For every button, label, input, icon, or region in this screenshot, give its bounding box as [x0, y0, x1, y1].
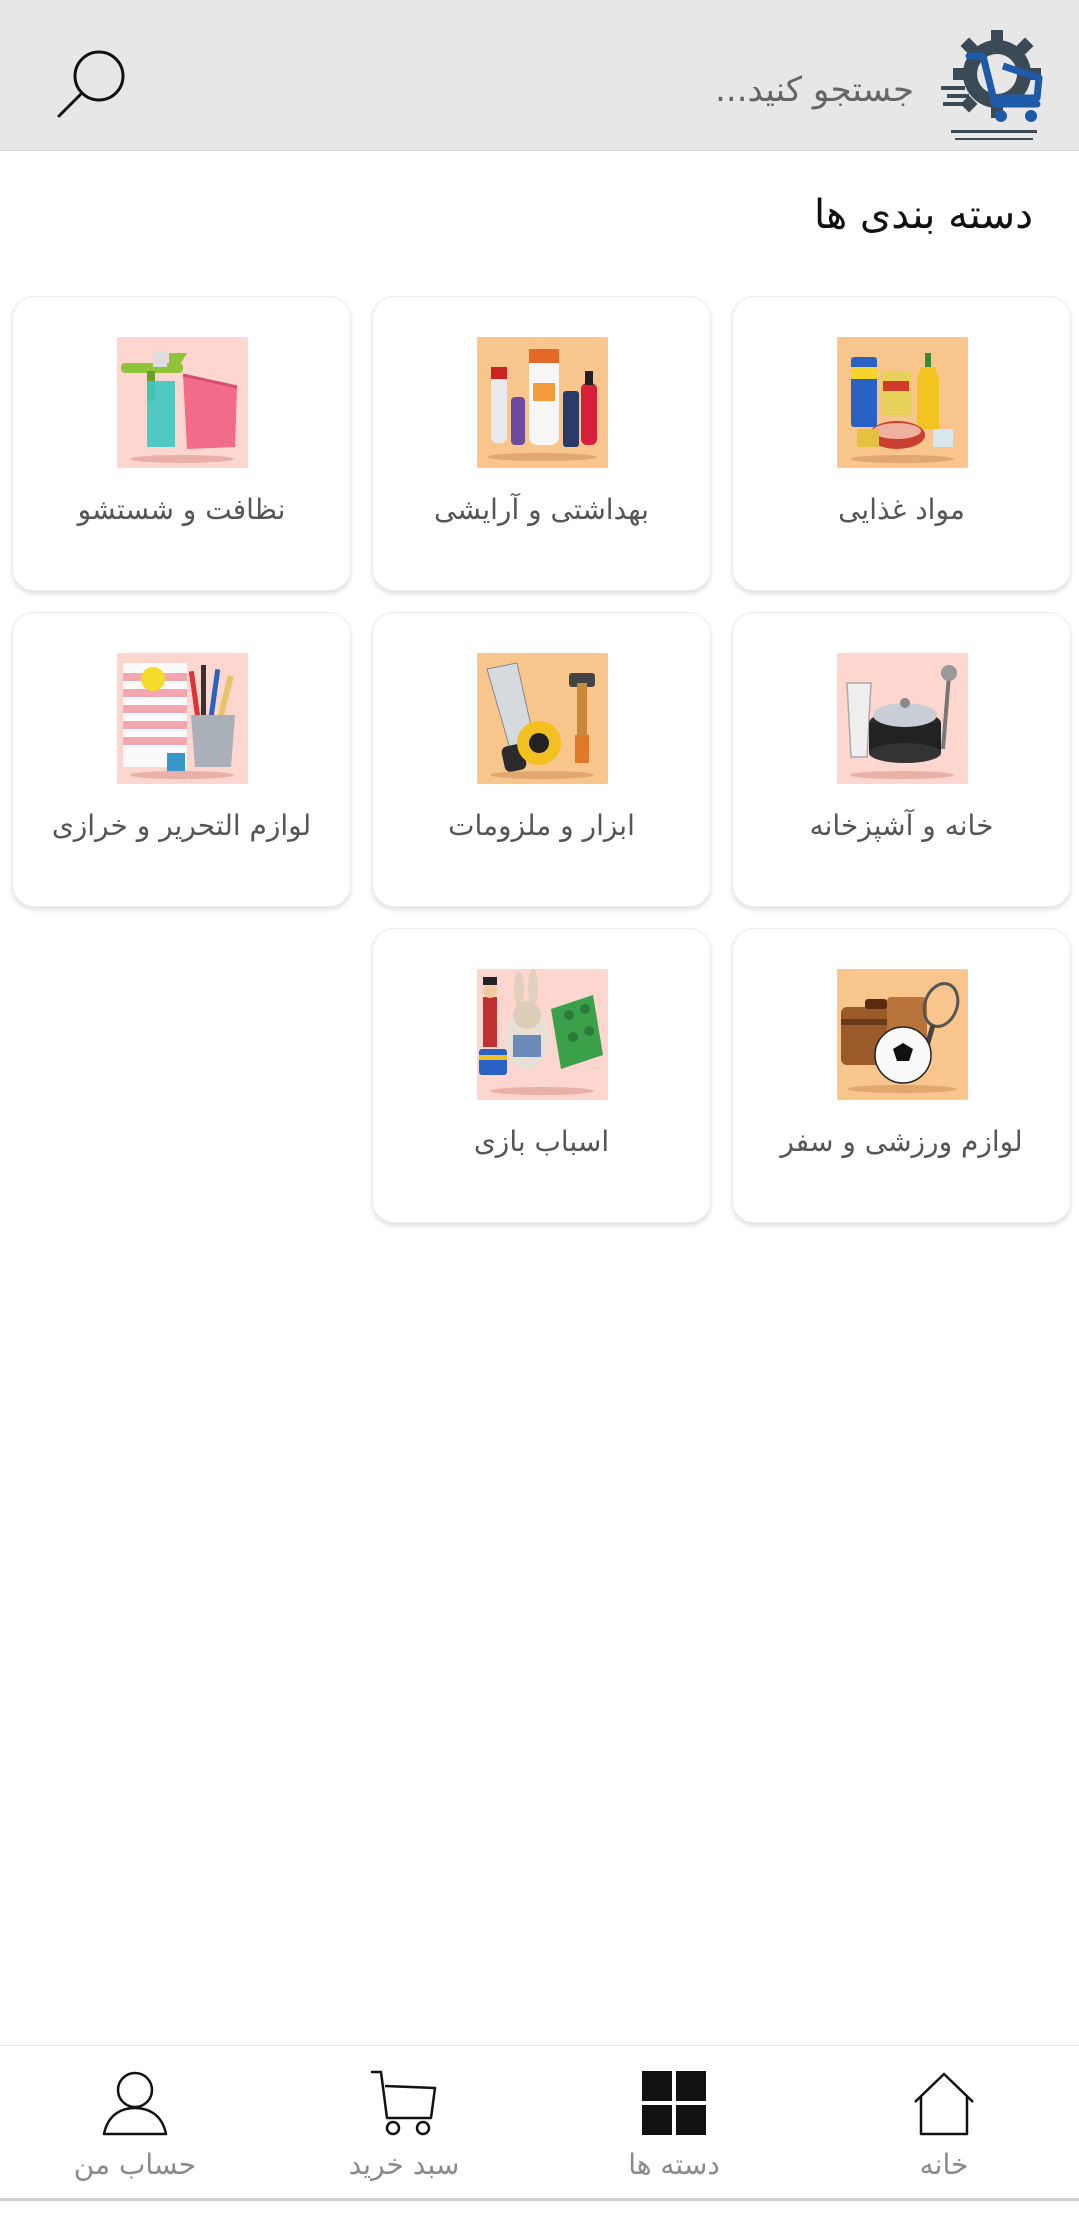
top-app-bar [0, 0, 1079, 151]
category-card-kitchen[interactable]: خانه و آشپزخانه [732, 612, 1071, 907]
nav-label-categories: دسته ها [628, 2148, 720, 2181]
category-grid: مواد غذایی بهداشتی و آرایشی نظافت و شستش… [9, 296, 1071, 1223]
nav-item-categories[interactable]: دسته ها [539, 2046, 809, 2196]
page-title: دسته بندی ها [813, 192, 1033, 238]
stationery-image [116, 653, 248, 784]
category-card-sports-travel[interactable]: لوازم ورزشی و سفر [732, 928, 1071, 1223]
groceries-image [836, 337, 968, 468]
category-card-toys[interactable]: اسباب بازی [372, 928, 711, 1223]
kitchen-image [836, 653, 968, 784]
cleaning-image [116, 337, 248, 468]
category-card-stationery[interactable]: لوازم التحریر و خرازی [12, 612, 351, 907]
category-card-cleaning[interactable]: نظافت و شستشو [12, 296, 351, 591]
category-label: خانه و آشپزخانه [809, 809, 994, 842]
cosmetics-image [476, 337, 608, 468]
tools-image [476, 653, 608, 784]
cart-icon [369, 2068, 439, 2138]
grid-icon [639, 2068, 709, 2138]
nav-label-home: خانه [919, 2148, 969, 2181]
search-input[interactable] [274, 50, 914, 130]
category-label: نظافت و شستشو [77, 493, 286, 526]
bottom-navigation: خانه دسته ها سبد خرید حساب من [0, 2045, 1079, 2213]
category-card-cosmetics[interactable]: بهداشتی و آرایشی [372, 296, 711, 591]
bottom-divider [0, 2198, 1079, 2201]
nav-item-account[interactable]: حساب من [0, 2046, 270, 2196]
home-icon [909, 2068, 979, 2138]
nav-label-account: حساب من [73, 2148, 197, 2181]
categories-page: دسته بندی ها مواد [0, 0, 1079, 2213]
nav-item-cart[interactable]: سبد خرید [269, 2046, 539, 2196]
sports-travel-image [836, 969, 968, 1100]
nav-label-cart: سبد خرید [348, 2148, 460, 2181]
category-label: لوازم التحریر و خرازی [51, 809, 312, 842]
category-label: اسباب بازی [473, 1125, 610, 1158]
category-card-tools[interactable]: ابزار و ملزومات [372, 612, 711, 907]
category-label: بهداشتی و آرایشی [434, 493, 649, 526]
category-label: لوازم ورزشی و سفر [780, 1125, 1023, 1158]
search-icon[interactable] [55, 44, 135, 124]
user-icon [100, 2068, 170, 2138]
category-label: مواد غذایی [838, 493, 965, 526]
category-card-groceries[interactable]: مواد غذایی [732, 296, 1071, 591]
store-logo-icon[interactable] [939, 26, 1049, 148]
nav-item-home[interactable]: خانه [809, 2046, 1079, 2196]
toys-image [476, 969, 608, 1100]
category-label: ابزار و ملزومات [448, 809, 635, 842]
